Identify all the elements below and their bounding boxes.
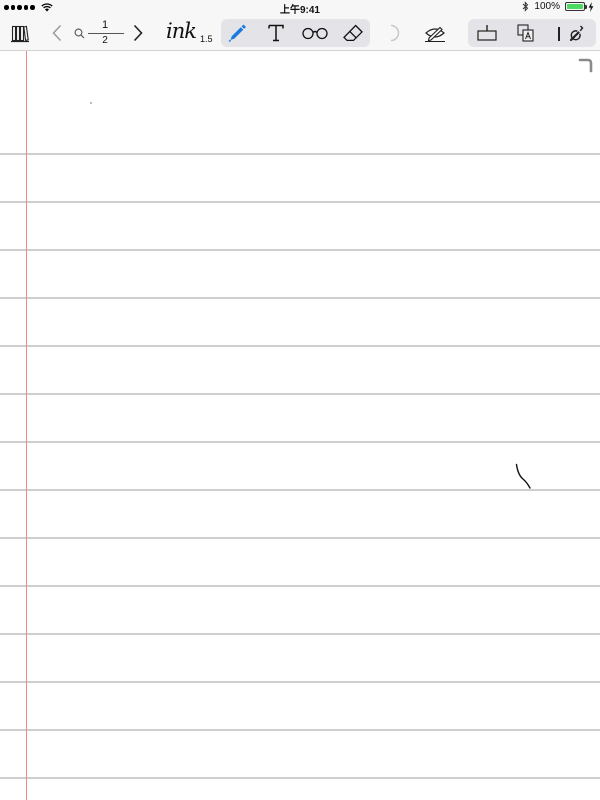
ruled-line bbox=[0, 537, 600, 539]
ruled-line bbox=[0, 249, 600, 251]
undo-icon bbox=[390, 24, 400, 42]
hide-pen-icon bbox=[425, 26, 445, 43]
charging-bolt-icon bbox=[588, 1, 594, 12]
battery-icon bbox=[565, 2, 587, 11]
margin-line bbox=[26, 51, 27, 800]
status-time: 上午9:41 bbox=[279, 5, 320, 16]
ruled-line bbox=[0, 729, 600, 731]
ink-label: ink bbox=[166, 19, 197, 43]
ruled-line bbox=[0, 681, 600, 683]
back-chevron-icon bbox=[52, 24, 62, 42]
read-mode-button[interactable] bbox=[300, 21, 330, 45]
page-template-icon bbox=[517, 24, 534, 42]
toolbar-divider bbox=[558, 27, 560, 41]
ruled-line bbox=[0, 153, 600, 155]
undo-button[interactable] bbox=[384, 22, 406, 44]
ruled-line bbox=[0, 441, 600, 443]
insert-page-button[interactable] bbox=[475, 21, 499, 45]
ruled-line bbox=[0, 393, 600, 395]
page-total: 2 bbox=[102, 35, 108, 46]
battery-percent: 100% bbox=[534, 1, 560, 12]
bluetooth-icon bbox=[523, 1, 529, 12]
ruled-line bbox=[0, 201, 600, 203]
pen-icon bbox=[228, 24, 246, 43]
forward-chevron-icon bbox=[133, 24, 143, 42]
toolbar: 1 2 ink 1.5 bbox=[0, 16, 600, 51]
previous-page-button[interactable] bbox=[49, 22, 65, 44]
next-page-button[interactable] bbox=[130, 22, 146, 44]
page-corner-mark bbox=[578, 58, 593, 73]
notebook-page[interactable] bbox=[0, 51, 600, 800]
status-bar: 上午9:41 100% bbox=[0, 0, 600, 16]
search-icon bbox=[74, 28, 85, 39]
settings-button[interactable] bbox=[565, 21, 591, 45]
eraser-tool-button[interactable] bbox=[340, 21, 366, 45]
hide-pen-button[interactable] bbox=[421, 21, 449, 45]
ink-dot bbox=[90, 102, 92, 104]
ruled-line bbox=[0, 633, 600, 635]
status-right: 100% bbox=[522, 1, 594, 12]
glasses-icon bbox=[302, 27, 328, 40]
library-icon bbox=[11, 25, 29, 43]
ink-size-value: 1.5 bbox=[200, 34, 213, 44]
ruled-line bbox=[0, 297, 600, 299]
ruled-line bbox=[0, 585, 600, 587]
page-insert-icon bbox=[477, 25, 497, 41]
page-current: 1 bbox=[101, 19, 109, 31]
library-button[interactable] bbox=[8, 21, 32, 45]
pen-tool-button[interactable] bbox=[224, 21, 250, 45]
ruled-line bbox=[0, 345, 600, 347]
eraser-icon bbox=[343, 24, 363, 42]
text-tool-icon bbox=[268, 24, 284, 42]
ink-stroke bbox=[515, 463, 531, 489]
ruled-line bbox=[0, 777, 600, 779]
page-template-button[interactable] bbox=[514, 21, 538, 45]
ruled-line bbox=[0, 489, 600, 491]
ink-settings-button[interactable]: ink 1.5 bbox=[166, 19, 216, 47]
page-indicator[interactable]: 1 2 bbox=[74, 18, 126, 48]
settings-wrench-icon bbox=[569, 25, 584, 42]
page-fraction-bar bbox=[88, 33, 124, 34]
text-tool-button[interactable] bbox=[264, 21, 288, 45]
